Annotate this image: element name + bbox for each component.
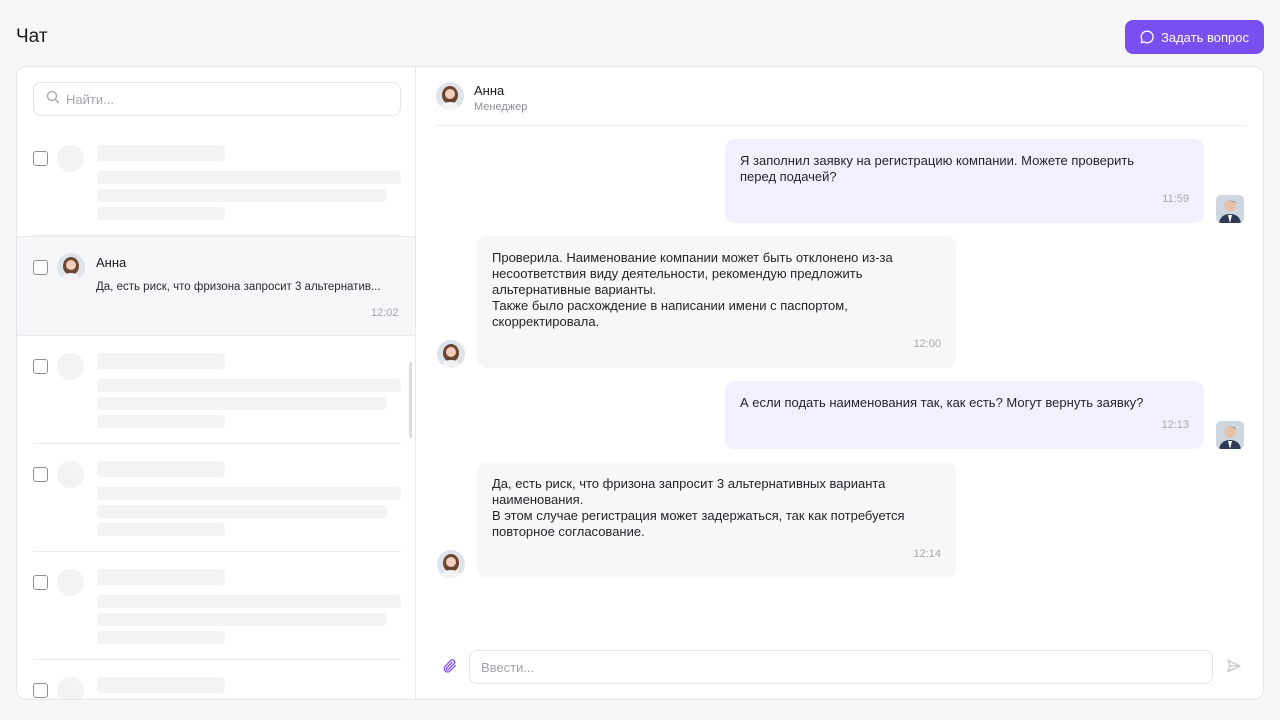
list-item-placeholder[interactable] (33, 561, 401, 660)
skeleton-line (97, 379, 401, 392)
skeleton-line (97, 353, 225, 369)
message-incoming: Да, есть риск, что фризона запросит 3 ал… (477, 462, 956, 578)
message-text: Я заполнил заявку на регистрацию компани… (740, 153, 1135, 184)
user-avatar (1216, 421, 1244, 449)
skeleton-line (97, 397, 387, 410)
user-avatar (1216, 195, 1244, 223)
chat-header: Анна Менеджер (436, 67, 1245, 126)
contact-avatar (57, 253, 85, 281)
skeleton-line (97, 415, 225, 428)
message-outgoing: Я заполнил заявку на регистрацию компани… (725, 139, 1204, 223)
ask-question-label: Задать вопрос (1161, 29, 1249, 45)
avatar-placeholder (57, 677, 84, 699)
contact-avatar (437, 340, 465, 368)
skeleton-line (97, 523, 225, 536)
skeleton-line (97, 595, 401, 608)
chat-list-sidebar: Анна Да, есть риск, что фризона запросит… (17, 67, 416, 699)
skeleton-line (97, 171, 401, 184)
send-icon (1226, 658, 1242, 679)
skeleton-line (97, 505, 387, 518)
message-text: А если подать наименования так, как есть… (740, 395, 1144, 410)
skeleton-line (97, 569, 225, 585)
page-title: Чат (16, 26, 48, 47)
chat-select-checkbox[interactable] (33, 467, 48, 482)
chat-list-item-anna[interactable]: Анна Да, есть риск, что фризона запросит… (17, 236, 415, 336)
list-item-placeholder[interactable] (33, 669, 401, 699)
message-text: Проверила. Наименование компании может б… (492, 250, 893, 329)
chat-select-checkbox[interactable] (33, 683, 48, 698)
chat-preview: Да, есть риск, что фризона запросит 3 ал… (96, 281, 381, 293)
skeleton-line (97, 207, 225, 220)
list-item-placeholder[interactable] (33, 137, 401, 236)
contact-avatar (437, 550, 465, 578)
search-input[interactable] (66, 91, 386, 107)
chat-name: Анна (96, 255, 127, 270)
message-composer[interactable] (469, 650, 1213, 684)
list-item-placeholder[interactable] (33, 345, 401, 444)
contact-avatar (436, 82, 464, 110)
message-incoming: Проверила. Наименование компании может б… (477, 236, 956, 368)
search-box[interactable] (33, 82, 401, 116)
message-time: 12:13 (1161, 419, 1189, 431)
skeleton-line (97, 613, 387, 626)
chat-select-checkbox[interactable] (33, 575, 48, 590)
avatar-placeholder (57, 569, 84, 596)
message-input[interactable] (481, 659, 1181, 675)
sidebar-scrollbar[interactable] (409, 362, 412, 438)
search-icon (46, 90, 60, 109)
message-outgoing: А если подать наименования так, как есть… (725, 381, 1204, 449)
ask-question-button[interactable]: Задать вопрос (1125, 20, 1264, 54)
chat-time: 12:02 (371, 307, 399, 319)
skeleton-line (97, 189, 387, 202)
paperclip-icon (442, 658, 458, 679)
skeleton-line (97, 461, 225, 477)
send-button[interactable] (1223, 657, 1245, 679)
avatar-placeholder (57, 145, 84, 172)
skeleton-line (97, 677, 225, 693)
chat-panel: Анна Да, есть риск, что фризона запросит… (16, 66, 1264, 700)
avatar-placeholder (57, 353, 84, 380)
skeleton-line (97, 145, 225, 161)
avatar-placeholder (57, 461, 84, 488)
attach-button[interactable] (439, 657, 461, 679)
message-time: 12:00 (913, 338, 941, 350)
contact-role: Менеджер (474, 101, 528, 113)
message-text: Да, есть риск, что фризона запросит 3 ал… (492, 476, 905, 539)
message-time: 11:59 (1162, 193, 1189, 205)
chat-select-checkbox[interactable] (33, 359, 48, 374)
message-time: 12:14 (913, 548, 941, 560)
skeleton-line (97, 631, 225, 644)
contact-name: Анна (474, 83, 505, 98)
skeleton-line (97, 487, 401, 500)
chat-conversation: Анна Менеджер Я заполнил заявку на регис… (417, 67, 1263, 699)
chat-select-checkbox[interactable] (33, 151, 48, 166)
list-item-placeholder[interactable] (33, 453, 401, 552)
chat-select-checkbox[interactable] (33, 260, 48, 275)
chat-bubble-icon (1140, 30, 1154, 44)
